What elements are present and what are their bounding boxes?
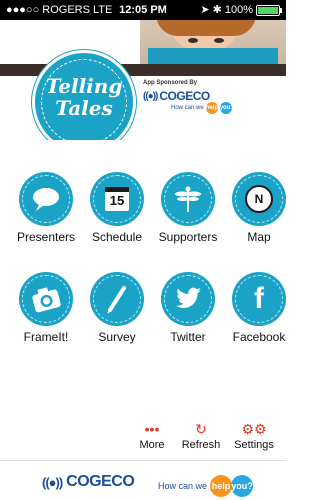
tile-label: Schedule	[91, 230, 143, 244]
tagline-text: How can we	[158, 481, 208, 491]
tile-twitter[interactable]: Twitter	[153, 272, 223, 344]
cogeco-logo-icon: ((●))	[42, 474, 63, 490]
twitter-button[interactable]	[161, 272, 215, 326]
more-label: More	[139, 439, 165, 451]
pen-icon	[90, 272, 144, 326]
location-icon: ➤	[200, 4, 210, 16]
tile-label: Survey	[98, 330, 136, 344]
footer-tagline: How can we help you?	[158, 475, 254, 497]
tile-label: FrameIt!	[23, 330, 69, 344]
sponsor-tagline: How can we help you?	[171, 102, 273, 114]
battery-percent: 100%	[224, 4, 253, 16]
tile-presenters[interactable]: Presenters	[11, 172, 81, 244]
child-hair	[156, 20, 256, 36]
compass-letter: N	[245, 185, 273, 213]
presenters-button[interactable]	[19, 172, 73, 226]
child-eye	[188, 38, 198, 43]
header-banner: Telling Tales App Sponsored By ((●)) COG…	[0, 20, 286, 140]
you-badge: you?	[231, 475, 254, 497]
help-badge: help	[210, 475, 233, 497]
twitter-bird-icon	[161, 272, 215, 326]
refresh-button[interactable]: ↻ Refresh	[178, 421, 224, 451]
dragonfly-icon	[161, 172, 215, 226]
sponsor-block: App Sponsored By ((●)) COGECO How can we…	[143, 80, 273, 114]
refresh-label: Refresh	[181, 439, 221, 451]
battery-fill	[258, 6, 278, 14]
gear-icon: ⚙⚙	[241, 421, 267, 437]
logo-text: Telling Tales	[45, 74, 123, 120]
cogeco-brand: ((●)) COGECO	[143, 89, 273, 103]
speech-bubble-icon	[19, 172, 73, 226]
tile-label: Presenters	[16, 230, 76, 244]
cogeco-name: COGECO	[66, 473, 135, 490]
more-dots-icon: •••	[144, 421, 160, 437]
tile-map[interactable]: N Map	[224, 172, 294, 244]
schedule-button[interactable]: 15	[90, 172, 144, 226]
settings-button[interactable]: ⚙⚙ Settings	[230, 421, 278, 451]
help-badge: help	[205, 102, 218, 114]
tile-schedule[interactable]: 15 Schedule	[82, 172, 152, 244]
status-right: ➤ ✱ 100%	[200, 0, 282, 20]
camera-icon	[19, 272, 73, 326]
refresh-icon: ↻	[195, 421, 207, 437]
tile-frameit[interactable]: FrameIt!	[11, 272, 81, 344]
tile-label: Supporters	[158, 230, 218, 244]
tile-label: Facebook	[232, 330, 286, 344]
tile-supporters[interactable]: Supporters	[153, 172, 223, 244]
sponsor-label: App Sponsored By	[143, 80, 198, 86]
battery-icon	[256, 4, 282, 16]
footer-brand: ((●)) COGECO	[42, 473, 135, 491]
calendar-day: 15	[109, 193, 125, 208]
cogeco-logo-icon: ((●))	[143, 90, 158, 102]
tile-survey[interactable]: Survey	[82, 272, 152, 344]
footer-sponsor-banner[interactable]: ((●)) COGECO How can we help you?	[0, 460, 286, 500]
tile-label: Twitter	[170, 330, 206, 344]
map-button[interactable]: N	[232, 172, 286, 226]
calendar-icon: 15	[90, 172, 144, 226]
more-button[interactable]: ••• More	[136, 421, 168, 451]
you-badge: you?	[219, 102, 234, 114]
compass-icon: N	[232, 172, 286, 226]
status-bar: ●●●○○ ROGERS LTE 12:05 PM ➤ ✱ 100%	[0, 0, 286, 20]
survey-button[interactable]	[90, 272, 144, 326]
tile-label: Map	[247, 230, 271, 244]
facebook-button[interactable]: f	[232, 272, 286, 326]
hero-photo	[140, 20, 286, 70]
child-eye	[214, 38, 224, 43]
tagline-text: How can we	[171, 105, 204, 111]
cogeco-name: COGECO	[159, 89, 210, 103]
frameit-button[interactable]	[19, 272, 73, 326]
tile-facebook[interactable]: f Facebook	[224, 272, 294, 344]
facebook-letter: f	[254, 282, 264, 315]
facebook-icon: f	[232, 272, 286, 326]
bluetooth-icon: ✱	[212, 4, 222, 16]
supporters-button[interactable]	[161, 172, 215, 226]
settings-label: Settings	[234, 439, 274, 451]
